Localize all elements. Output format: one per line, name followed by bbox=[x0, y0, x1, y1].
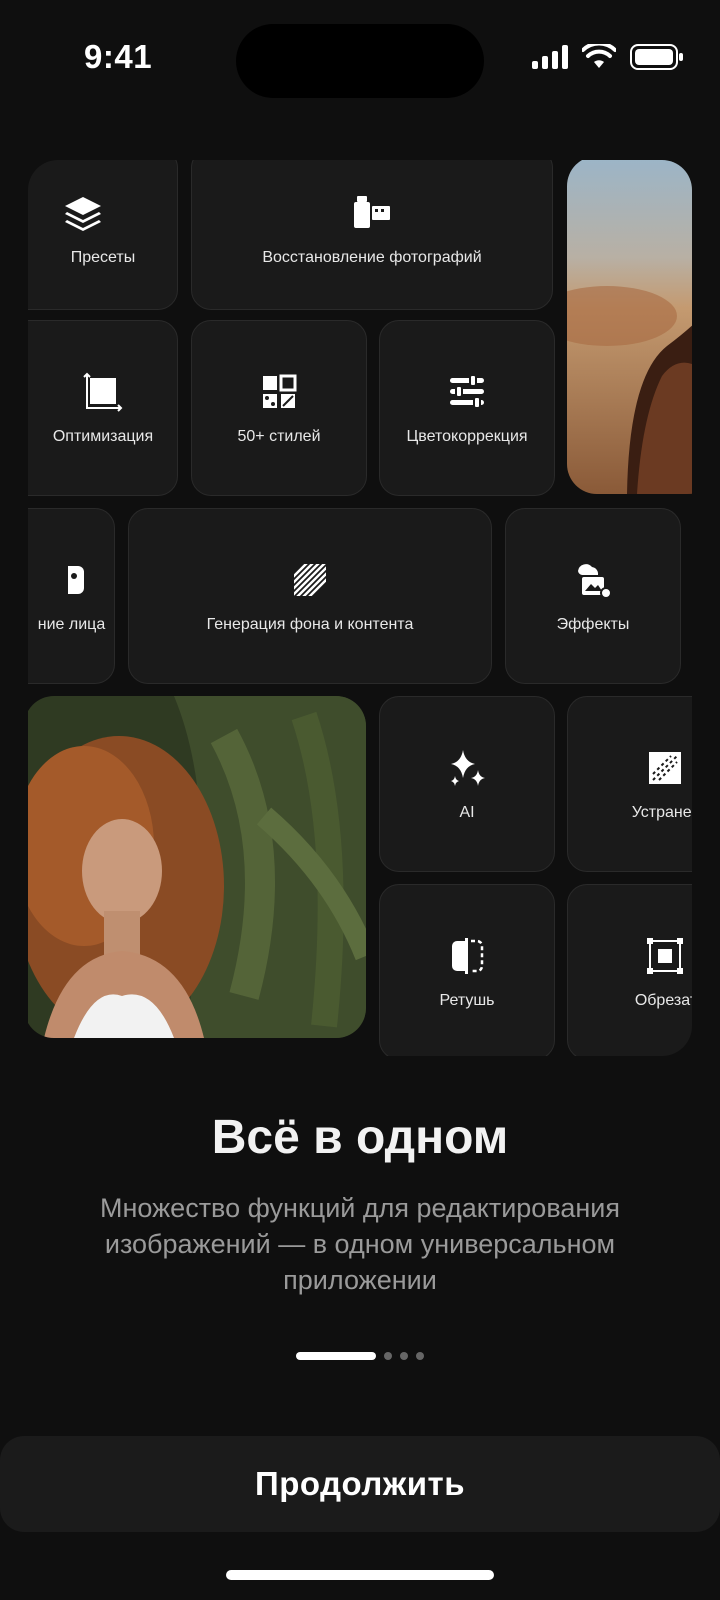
photo-portrait bbox=[28, 696, 366, 1038]
page-dot[interactable] bbox=[384, 1352, 392, 1360]
hatch-pattern-icon bbox=[288, 558, 332, 602]
feature-grid: Пресеты Восстановление фотографий Оптими… bbox=[28, 160, 692, 1056]
tile-face-label: ние лица bbox=[37, 616, 106, 633]
battery-icon bbox=[630, 44, 683, 70]
dynamic-island bbox=[236, 24, 484, 98]
onboarding-subtitle: Множество функций для редактирования изо… bbox=[100, 1193, 620, 1295]
tile-effects[interactable]: Эффекты bbox=[505, 508, 681, 684]
tile-optimize[interactable]: Оптимизация bbox=[28, 320, 178, 496]
tile-optimize-label: Оптимизация bbox=[52, 428, 154, 445]
eraser-pattern-icon bbox=[643, 746, 687, 790]
tile-crop-label: Обрезать ( bbox=[634, 992, 692, 1009]
layers-icon bbox=[61, 191, 105, 235]
tile-remove[interactable]: Устранение bbox=[567, 696, 692, 872]
tile-crop[interactable]: Обрезать ( bbox=[567, 884, 692, 1056]
tile-retouch-label: Ретушь bbox=[439, 992, 495, 1009]
tile-color-correction-label: Цветокоррекция bbox=[406, 428, 528, 445]
wifi-icon bbox=[582, 44, 616, 68]
tile-background-generation-label: Генерация фона и контента bbox=[206, 616, 414, 633]
tile-effects-label: Эффекты bbox=[556, 616, 630, 633]
sparkles-icon bbox=[445, 746, 489, 790]
page-indicator[interactable] bbox=[0, 1352, 720, 1360]
tile-styles-label: 50+ стилей bbox=[237, 428, 321, 445]
tile-styles[interactable]: 50+ стилей bbox=[191, 320, 367, 496]
tile-retouch[interactable]: Ретушь bbox=[379, 884, 555, 1056]
status-time: 9:41 bbox=[84, 38, 153, 75]
status-icons bbox=[532, 44, 684, 70]
home-indicator[interactable] bbox=[226, 1570, 494, 1580]
tile-face[interactable]: ние лица bbox=[28, 508, 115, 684]
cellular-signal-icon bbox=[532, 45, 568, 69]
styles-grid-icon bbox=[257, 370, 301, 414]
sliders-icon bbox=[445, 370, 489, 414]
tile-color-correction[interactable]: Цветокоррекция bbox=[379, 320, 555, 496]
tile-presets-label: Пресеты bbox=[70, 249, 136, 266]
tile-remove-label: Устранение bbox=[631, 804, 692, 821]
onboarding-title: Всё в одном bbox=[211, 1111, 509, 1164]
tile-ai[interactable]: AI bbox=[379, 696, 555, 872]
tile-photo-restore-label: Восстановление фотографий bbox=[262, 249, 482, 266]
effects-image-icon bbox=[571, 558, 615, 602]
crop-frame-icon bbox=[643, 934, 687, 978]
tile-ai-label: AI bbox=[459, 804, 475, 821]
page-dot[interactable] bbox=[400, 1352, 408, 1360]
photo-beach bbox=[567, 160, 692, 494]
page-dot[interactable] bbox=[416, 1352, 424, 1360]
crop-resize-icon bbox=[81, 370, 125, 414]
film-icon bbox=[350, 191, 394, 235]
face-icon bbox=[50, 558, 94, 602]
retouch-compare-icon bbox=[445, 934, 489, 978]
tile-background-generation[interactable]: Генерация фона и контента bbox=[128, 508, 492, 684]
tile-photo-restore[interactable]: Восстановление фотографий bbox=[191, 160, 553, 310]
continue-button[interactable]: Продолжить bbox=[0, 1436, 720, 1532]
tile-presets[interactable]: Пресеты bbox=[28, 160, 178, 310]
page-dot[interactable] bbox=[296, 1352, 376, 1360]
